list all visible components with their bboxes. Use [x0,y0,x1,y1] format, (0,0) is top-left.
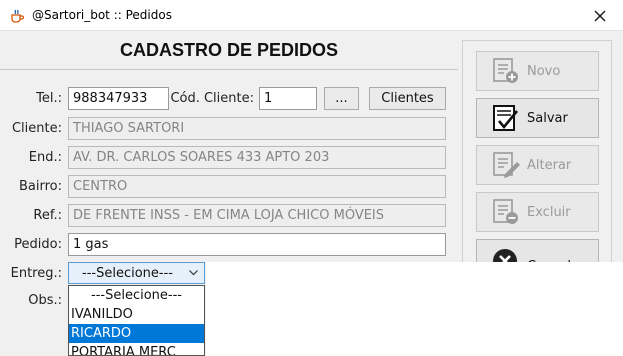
excluir-label: Excluir [527,204,571,220]
excluir-button[interactable]: Excluir [476,192,599,232]
ref-field[interactable]: DE FRENTE INSS - EM CIMA LOJA CHICO MÓVE… [68,204,446,227]
entreg-label: Entreg.: [10,266,62,281]
cliente-field[interactable]: THIAGO SARTORI [68,117,446,140]
edit-document-icon [493,152,520,178]
add-document-icon [493,58,518,83]
end-label: End.: [28,150,62,165]
novo-label: Novo [527,63,561,79]
window-titlebar: @Sartori_bot :: Pedidos [0,0,623,31]
pedido-label: Pedido: [14,237,62,252]
cliente-label: Cliente: [11,121,62,136]
entregador-dropdown-list: ---Selecione--- IVANILDO RICARDO PORTARI… [68,285,205,356]
dropdown-option-ricardo[interactable]: RICARDO [69,324,204,343]
dropdown-option-portaria-merc[interactable]: PORTARIA MERC [69,343,204,355]
dropdown-option-selecione[interactable]: ---Selecione--- [69,286,204,305]
close-button[interactable] [577,0,623,31]
chevron-down-icon [189,270,198,276]
alterar-button[interactable]: Alterar [476,145,599,185]
remove-document-icon [493,199,518,224]
end-field[interactable]: AV. DR. CARLOS SOARES 433 APTO 203 [68,146,446,169]
java-cup-icon [9,8,25,24]
obs-label: Obs.: [28,293,62,308]
tel-label: Tel.: [36,91,62,106]
close-icon [594,10,606,21]
window-title: @Sartori_bot :: Pedidos [32,8,172,22]
bairro-label: Bairro: [18,179,62,194]
pedido-field[interactable]: 1 gas [68,233,446,256]
background-area [206,262,623,356]
salvar-label: Salvar [527,110,568,126]
ref-label: Ref.: [33,208,62,223]
tel-field[interactable]: 988347933 [68,87,169,110]
entregador-select-value: ---Selecione--- [82,266,173,281]
heading-divider [0,69,458,70]
search-cliente-button[interactable]: ... [324,87,359,110]
alterar-label: Alterar [527,157,572,173]
cod-cliente-field[interactable]: 1 [259,87,317,110]
salvar-button[interactable]: Salvar [476,98,599,138]
bairro-field[interactable]: CENTRO [68,175,446,198]
clientes-button[interactable]: Clientes [369,87,446,110]
page-title: CADASTRO DE PEDIDOS [119,40,339,60]
cod-cliente-label: Cód. Cliente: [170,91,254,106]
dropdown-option-ivanildo[interactable]: IVANILDO [69,305,204,324]
novo-button[interactable]: Novo [476,51,599,91]
entregador-select[interactable]: ---Selecione--- [68,262,205,284]
checklist-icon [493,105,519,131]
